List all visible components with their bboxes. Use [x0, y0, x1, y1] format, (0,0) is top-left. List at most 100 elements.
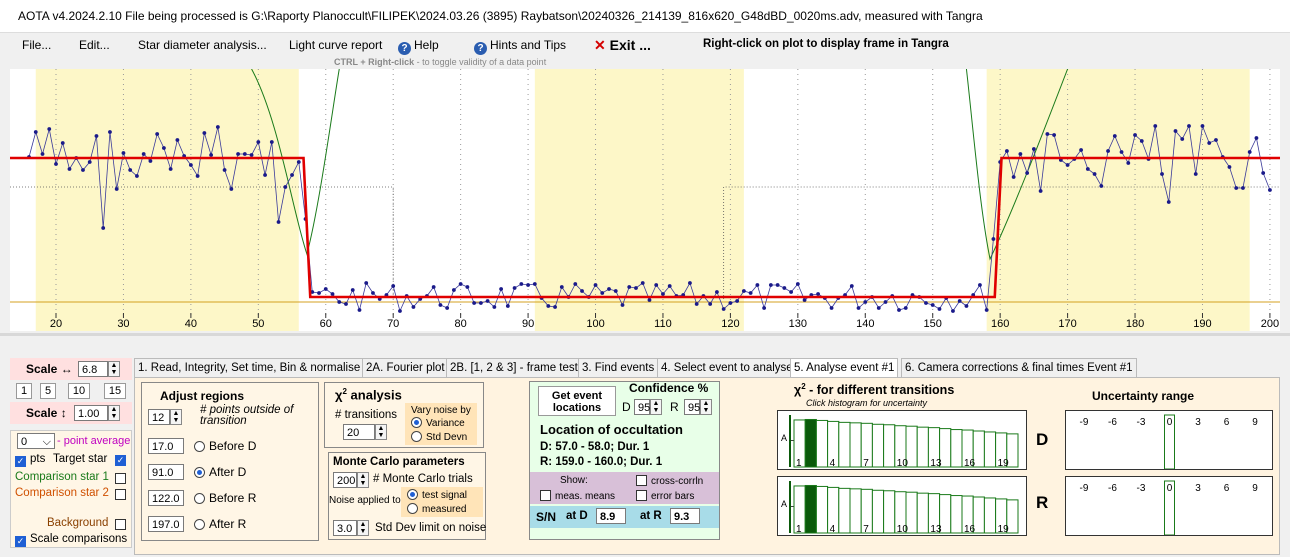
test-signal-option[interactable]: test signal [407, 489, 467, 501]
data-point-103 [613, 289, 618, 293]
std-dev-limit-input[interactable]: 3.0 [333, 520, 357, 536]
tab-frame-test[interactable]: 2B. [1, 2 & 3] - frame test [446, 358, 582, 377]
point-average-select[interactable]: 0 ⌵ [17, 433, 55, 449]
tab-read-integrity[interactable]: 1. Read, Integrity, Set time, Bin & norm… [134, 358, 365, 377]
std-dev-limit-spinner[interactable]: ▲ ▼ [357, 520, 369, 536]
data-point-43 [209, 153, 214, 157]
data-point-157 [978, 283, 982, 287]
monte-carlo-trials-spinner[interactable]: ▲ ▼ [357, 472, 369, 488]
stddev-radio[interactable] [411, 431, 422, 442]
data-point-90 [526, 283, 530, 287]
test-signal-radio[interactable] [407, 489, 418, 500]
data-point-51 [263, 173, 267, 177]
scale-comparisons-checkbox[interactable]: ✓ [15, 536, 26, 547]
scale-button-15[interactable]: 15 [104, 383, 126, 399]
tab-find-events[interactable]: 3. Find events [578, 358, 659, 377]
data-point-143 [883, 300, 888, 304]
transitions-input[interactable]: 20 [343, 424, 375, 440]
histogram-r-xlabel-1: 1 [796, 524, 802, 535]
tab-select-event[interactable]: 4. Select event to analyse [657, 358, 797, 377]
error-bars-checkbox[interactable] [636, 490, 647, 501]
before-r-radio[interactable] [194, 493, 205, 504]
after-d-radio[interactable] [194, 467, 205, 478]
cross-corr-checkbox[interactable] [636, 475, 647, 486]
after-d-option[interactable]: After D [194, 465, 246, 479]
sn-at-d-value: 8.9 [596, 508, 626, 524]
ctrl-click-text: - to toggle validity of a data point [414, 57, 547, 67]
scale-h-input[interactable]: 6.8 [78, 361, 108, 377]
scale-comparisons-option[interactable]: ✓ Scale comparisons [15, 533, 127, 547]
points-outside-spinner[interactable]: ▲ ▼ [170, 409, 182, 425]
cross-corr-option[interactable]: cross-corrln [636, 475, 703, 487]
data-point-29 [114, 187, 119, 191]
scale-v-spinner[interactable]: ▲ ▼ [108, 405, 120, 421]
variance-radio[interactable] [411, 417, 422, 428]
histogram-d[interactable]: A L L 1 4 7 10 13 16 19 [777, 410, 1027, 470]
target-star-checkbox[interactable]: ✓ [115, 455, 126, 466]
x-tick-label-60: 60 [320, 318, 332, 330]
menu-star-diameter[interactable]: Star diameter analysis... [138, 38, 267, 52]
x-tick-label-20: 20 [50, 318, 62, 330]
comparison-star-2-checkbox[interactable] [115, 489, 126, 500]
confidence-r-input[interactable]: 95 [684, 399, 700, 415]
scale-button-10[interactable]: 10 [68, 383, 90, 399]
stddev-option[interactable]: Std Devn [411, 431, 467, 443]
histogram-r-svg[interactable]: A L L1 4 7 10 13 16 19 [778, 477, 1026, 535]
confidence-r-spinner[interactable]: ▲ ▼ [700, 399, 712, 415]
get-event-locations-button[interactable]: Get event locations [538, 386, 616, 416]
meas-means-option[interactable]: meas. means [540, 490, 615, 502]
measured-radio[interactable] [407, 503, 418, 514]
splitter[interactable] [0, 333, 1290, 336]
menu-light-curve-report[interactable]: Light curve report [289, 38, 382, 52]
data-point-59 [317, 291, 321, 295]
monte-carlo-trials-input[interactable]: 200 [333, 472, 357, 488]
points-outside-input[interactable]: 12 [148, 409, 170, 425]
before-r-option[interactable]: Before R [194, 491, 256, 505]
after-r-option[interactable]: After R [194, 517, 246, 531]
transitions-spinner[interactable]: ▲ ▼ [375, 424, 387, 440]
data-point-73 [411, 305, 416, 309]
data-point-88 [512, 286, 517, 290]
error-bars-option[interactable]: error bars [636, 490, 694, 502]
light-curve-plot[interactable]: 20 30 40 50 60 70 80 90 100 110 120 130 140 150 160 170… [10, 68, 1280, 331]
data-point-184 [1160, 172, 1164, 176]
tab-analyse-event[interactable]: 5. Analyse event #1 [790, 358, 899, 377]
menu-exit[interactable]: ✕ Exit ... [594, 37, 651, 54]
measured-option[interactable]: measured [407, 503, 466, 515]
pts-option[interactable]: ✓ pts [15, 453, 45, 467]
menu-edit[interactable]: Edit... [79, 38, 110, 52]
data-point-151 [937, 307, 942, 311]
x-tick-label-110: 110 [654, 318, 672, 330]
variance-option[interactable]: Variance [411, 417, 465, 429]
after-r-radio[interactable] [194, 519, 205, 530]
before-d-radio[interactable] [194, 441, 205, 452]
histogram-r-label: R [1036, 493, 1049, 512]
data-point-95 [559, 285, 564, 289]
before-d-option[interactable]: Before D [194, 439, 256, 453]
data-point-119 [721, 307, 726, 311]
confidence-d-spinner[interactable]: ▲ ▼ [650, 399, 662, 415]
data-point-123 [748, 291, 753, 295]
scale-v-input[interactable]: 1.00 [74, 405, 108, 421]
confidence-d-input[interactable]: 95 [634, 399, 650, 415]
meas-means-checkbox[interactable] [540, 490, 551, 501]
scale-h-spinner[interactable]: ▲ ▼ [108, 361, 120, 377]
data-point-64 [350, 288, 355, 292]
menu-hints[interactable]: ? Hints and Tips [474, 38, 566, 55]
data-point-36 [162, 146, 166, 150]
data-point-94 [553, 305, 557, 309]
histogram-d-svg[interactable]: A L L1 4 7 10 13 16 19 [778, 411, 1026, 469]
scale-button-1[interactable]: 1 [16, 383, 32, 399]
comparison-star-1-checkbox[interactable] [115, 473, 126, 484]
menu-file[interactable]: File... [22, 38, 51, 52]
light-curve-svg[interactable]: 20 30 40 50 60 70 80 90 100 110 120 130 140 150 160 170… [10, 68, 1280, 331]
after-d-label: After D [209, 465, 247, 479]
menu-help[interactable]: ? Help [398, 38, 439, 55]
data-point-187 [1180, 137, 1185, 141]
histogram-r[interactable]: A L L 1 4 7 10 13 16 19 [777, 476, 1027, 536]
scale-button-5[interactable]: 5 [40, 383, 56, 399]
background-checkbox[interactable] [115, 519, 126, 530]
pts-checkbox[interactable]: ✓ [15, 456, 26, 467]
tab-fourier-plot[interactable]: 2A. Fourier plot [362, 358, 449, 377]
tab-camera-corrections[interactable]: 6. Camera corrections & final times Even… [901, 358, 1137, 377]
